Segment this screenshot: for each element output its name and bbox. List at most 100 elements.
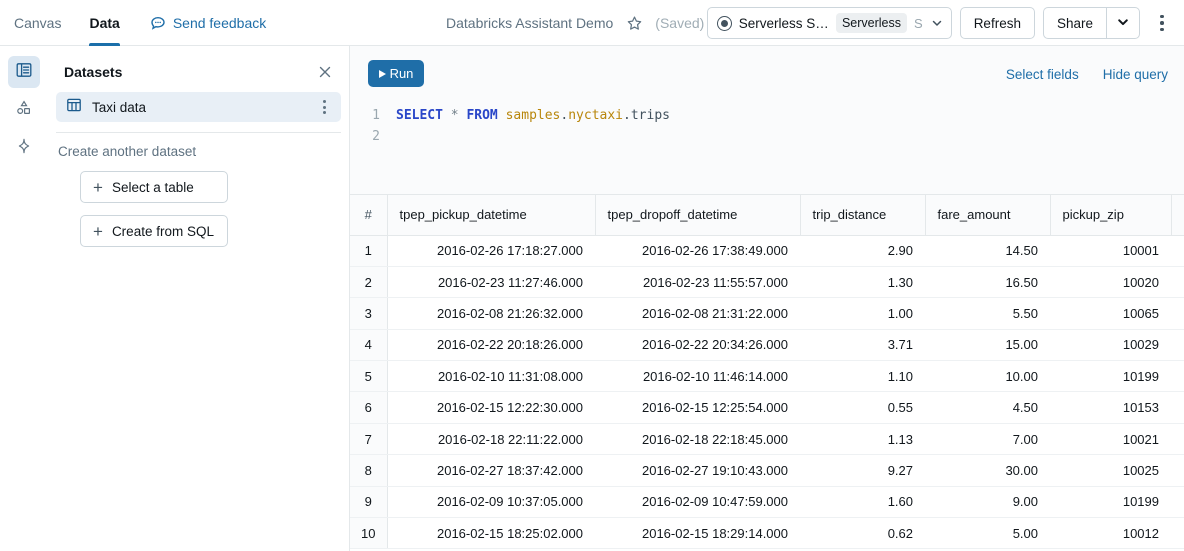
row-index: 3 <box>350 298 387 329</box>
cell-tpep-dropoff-datetime[interactable]: 2016-02-18 22:18:45.000 <box>595 423 800 454</box>
cell-tpep-pickup-datetime[interactable]: 2016-02-26 17:18:27.000 <box>387 235 595 266</box>
create-from-sql-button[interactable]: + Create from SQL <box>80 215 228 247</box>
cell-tpep-dropoff-datetime[interactable]: 2016-02-26 17:38:49.000 <box>595 235 800 266</box>
cell-tpep-dropoff-datetime[interactable]: 2016-02-27 19:10:43.000 <box>595 455 800 486</box>
column-header-trip-distance[interactable]: trip_distance <box>800 195 925 235</box>
column-header-tpep-dropoff-datetime[interactable]: tpep_dropoff_datetime <box>595 195 800 235</box>
cell-fare-amount[interactable]: 30.00 <box>925 455 1050 486</box>
tab-data-label: Data <box>89 15 119 31</box>
cell-tpep-pickup-datetime[interactable]: 2016-02-09 10:37:05.000 <box>387 486 595 517</box>
cell-overflow <box>1171 455 1184 486</box>
cell-pickup-zip[interactable]: 10020 <box>1050 266 1171 297</box>
table-row[interactable]: 72016-02-18 22:11:22.0002016-02-18 22:18… <box>350 423 1184 454</box>
table-row[interactable]: 102016-02-15 18:25:02.0002016-02-15 18:2… <box>350 518 1184 549</box>
cell-trip-distance[interactable]: 2.90 <box>800 235 925 266</box>
select-a-table-button[interactable]: + Select a table <box>80 171 228 203</box>
cell-tpep-pickup-datetime[interactable]: 2016-02-08 21:26:32.000 <box>387 298 595 329</box>
cell-tpep-dropoff-datetime[interactable]: 2016-02-09 10:47:59.000 <box>595 486 800 517</box>
compute-selector[interactable]: Serverless Sta... Serverless S <box>707 7 952 39</box>
cell-pickup-zip[interactable]: 10199 <box>1050 361 1171 392</box>
cell-fare-amount[interactable]: 9.00 <box>925 486 1050 517</box>
cell-tpep-dropoff-datetime[interactable]: 2016-02-15 18:29:14.000 <box>595 518 800 549</box>
cell-fare-amount[interactable]: 5.50 <box>925 298 1050 329</box>
rail-item-assistant[interactable] <box>8 132 40 164</box>
table-row[interactable]: 12016-02-26 17:18:27.0002016-02-26 17:38… <box>350 235 1184 266</box>
cell-tpep-pickup-datetime[interactable]: 2016-02-27 18:37:42.000 <box>387 455 595 486</box>
cell-fare-amount[interactable]: 15.00 <box>925 329 1050 360</box>
cell-trip-distance[interactable]: 1.10 <box>800 361 925 392</box>
cell-fare-amount[interactable]: 5.00 <box>925 518 1050 549</box>
results-table-container[interactable]: # tpep_pickup_datetime tpep_dropoff_date… <box>350 195 1184 551</box>
table-row[interactable]: 52016-02-10 11:31:08.0002016-02-10 11:46… <box>350 361 1184 392</box>
main-panel: Run Select fields Hide query 1 SELECT * … <box>350 46 1184 551</box>
cell-pickup-zip[interactable]: 10029 <box>1050 329 1171 360</box>
cell-tpep-dropoff-datetime[interactable]: 2016-02-10 11:46:14.000 <box>595 361 800 392</box>
run-button[interactable]: Run <box>368 60 424 87</box>
table-row[interactable]: 42016-02-22 20:18:26.0002016-02-22 20:34… <box>350 329 1184 360</box>
cell-trip-distance[interactable]: 1.00 <box>800 298 925 329</box>
cell-fare-amount[interactable]: 10.00 <box>925 361 1050 392</box>
saved-status: (Saved) <box>655 15 704 31</box>
cell-overflow <box>1171 235 1184 266</box>
cell-tpep-pickup-datetime[interactable]: 2016-02-23 11:27:46.000 <box>387 266 595 297</box>
column-header-index[interactable]: # <box>350 195 387 235</box>
cell-pickup-zip[interactable]: 10153 <box>1050 392 1171 423</box>
cell-tpep-pickup-datetime[interactable]: 2016-02-15 18:25:02.000 <box>387 518 595 549</box>
cell-trip-distance[interactable]: 1.30 <box>800 266 925 297</box>
column-header-pickup-zip[interactable]: pickup_zip <box>1050 195 1171 235</box>
sidebar-header: Datasets <box>56 54 341 90</box>
cell-pickup-zip[interactable]: 10025 <box>1050 455 1171 486</box>
refresh-button[interactable]: Refresh <box>960 7 1035 39</box>
sql-keyword-select: SELECT <box>396 108 443 123</box>
column-header-fare-amount[interactable]: fare_amount <box>925 195 1050 235</box>
cell-fare-amount[interactable]: 4.50 <box>925 392 1050 423</box>
cell-pickup-zip[interactable]: 10065 <box>1050 298 1171 329</box>
star-outline-icon[interactable] <box>623 12 645 34</box>
table-row[interactable]: 22016-02-23 11:27:46.0002016-02-23 11:55… <box>350 266 1184 297</box>
send-feedback-button[interactable]: Send feedback <box>150 15 266 31</box>
tab-canvas[interactable]: Canvas <box>0 0 75 46</box>
cell-tpep-dropoff-datetime[interactable]: 2016-02-15 12:25:54.000 <box>595 392 800 423</box>
rail-item-visualizations[interactable] <box>8 94 40 126</box>
share-button[interactable]: Share <box>1043 7 1106 39</box>
sql-code-editor[interactable]: 1 SELECT * FROM samples.nyctaxi.trips 2 <box>368 105 1168 147</box>
cell-pickup-zip[interactable]: 10021 <box>1050 423 1171 454</box>
table-row[interactable]: 32016-02-08 21:26:32.0002016-02-08 21:31… <box>350 298 1184 329</box>
rail-item-datasets[interactable] <box>8 56 40 88</box>
cell-fare-amount[interactable]: 14.50 <box>925 235 1050 266</box>
cell-fare-amount[interactable]: 16.50 <box>925 266 1050 297</box>
query-editor-panel: Run Select fields Hide query 1 SELECT * … <box>350 46 1184 195</box>
more-options-button[interactable] <box>1148 7 1176 39</box>
close-icon[interactable] <box>313 60 337 84</box>
cell-tpep-pickup-datetime[interactable]: 2016-02-10 11:31:08.000 <box>387 361 595 392</box>
cell-tpep-pickup-datetime[interactable]: 2016-02-22 20:18:26.000 <box>387 329 595 360</box>
cell-trip-distance[interactable]: 0.62 <box>800 518 925 549</box>
cell-tpep-dropoff-datetime[interactable]: 2016-02-08 21:31:22.000 <box>595 298 800 329</box>
column-header-tpep-pickup-datetime[interactable]: tpep_pickup_datetime <box>387 195 595 235</box>
cell-tpep-dropoff-datetime[interactable]: 2016-02-22 20:34:26.000 <box>595 329 800 360</box>
select-fields-link[interactable]: Select fields <box>1006 67 1079 82</box>
sidebar-item-taxi-data[interactable]: Taxi data <box>56 92 341 122</box>
table-row[interactable]: 62016-02-15 12:22:30.0002016-02-15 12:25… <box>350 392 1184 423</box>
column-header-overflow[interactable] <box>1171 195 1184 235</box>
cell-trip-distance[interactable]: 1.13 <box>800 423 925 454</box>
cell-trip-distance[interactable]: 9.27 <box>800 455 925 486</box>
table-icon <box>66 97 82 118</box>
cell-pickup-zip[interactable]: 10012 <box>1050 518 1171 549</box>
cell-trip-distance[interactable]: 0.55 <box>800 392 925 423</box>
share-dropdown-button[interactable] <box>1106 7 1140 39</box>
cell-pickup-zip[interactable]: 10199 <box>1050 486 1171 517</box>
cell-pickup-zip[interactable]: 10001 <box>1050 235 1171 266</box>
cell-tpep-dropoff-datetime[interactable]: 2016-02-23 11:55:57.000 <box>595 266 800 297</box>
cell-tpep-pickup-datetime[interactable]: 2016-02-15 12:22:30.000 <box>387 392 595 423</box>
cell-trip-distance[interactable]: 1.60 <box>800 486 925 517</box>
table-row[interactable]: 82016-02-27 18:37:42.0002016-02-27 19:10… <box>350 455 1184 486</box>
dataset-options-button[interactable] <box>313 96 335 118</box>
cell-trip-distance[interactable]: 3.71 <box>800 329 925 360</box>
hide-query-link[interactable]: Hide query <box>1103 67 1168 82</box>
table-row[interactable]: 92016-02-09 10:37:05.0002016-02-09 10:47… <box>350 486 1184 517</box>
tab-data[interactable]: Data <box>75 0 133 46</box>
cell-tpep-pickup-datetime[interactable]: 2016-02-18 22:11:22.000 <box>387 423 595 454</box>
sql-schema: nyctaxi <box>568 108 623 123</box>
cell-fare-amount[interactable]: 7.00 <box>925 423 1050 454</box>
